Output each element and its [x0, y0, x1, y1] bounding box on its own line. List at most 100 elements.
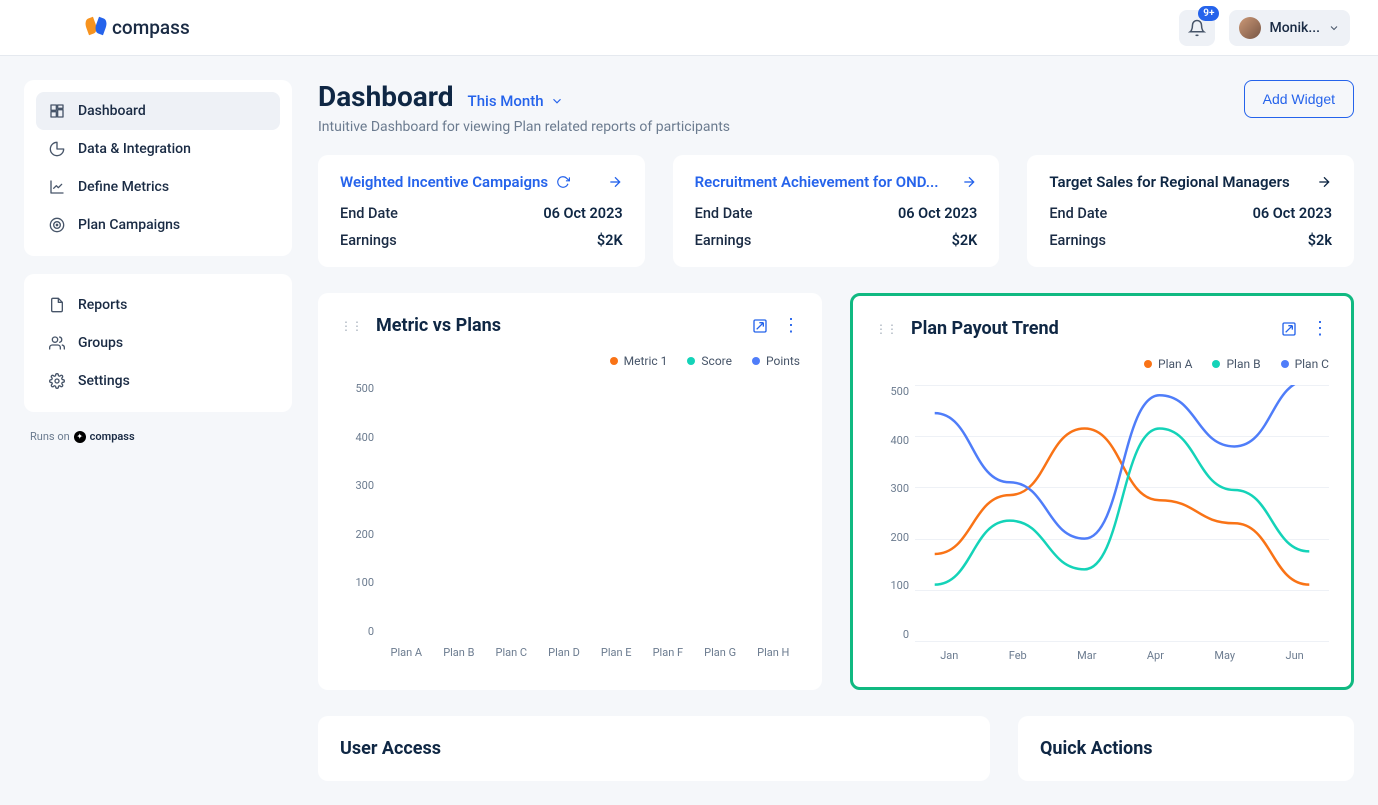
- reports-icon: [48, 296, 66, 314]
- brand-logo[interactable]: compass: [28, 16, 190, 39]
- notification-badge: 9+: [1198, 6, 1219, 21]
- data-icon: [48, 140, 66, 158]
- x-tick: Plan C: [496, 646, 528, 662]
- x-tick: Plan G: [704, 646, 736, 662]
- y-tick: 100: [355, 576, 374, 589]
- y-tick: 0: [368, 625, 374, 638]
- page-subtitle: Intuitive Dashboard for viewing Plan rel…: [318, 119, 730, 135]
- chart-metric-vs-plans: ⋮⋮ Metric vs Plans ⋮ Metric 1 Score Points…: [318, 293, 822, 690]
- arrow-right-icon[interactable]: [961, 174, 977, 190]
- x-tick: Jan: [940, 649, 958, 665]
- chart-legend: Plan A Plan B Plan C: [875, 357, 1329, 371]
- x-tick: Jun: [1286, 649, 1304, 665]
- stat-label: End Date: [340, 205, 398, 222]
- legend-item: Score: [687, 354, 732, 368]
- line-series: [935, 429, 1310, 585]
- stat-label: End Date: [1049, 205, 1107, 222]
- sidebar-item-dashboard[interactable]: Dashboard: [36, 92, 280, 130]
- sidebar-item-label: Plan Campaigns: [78, 217, 180, 233]
- stat-label: Earnings: [340, 232, 397, 249]
- legend-item: Plan A: [1144, 357, 1192, 371]
- stat-value: 06 Oct 2023: [898, 205, 977, 222]
- x-tick: Apr: [1147, 649, 1164, 665]
- sidebar-item-label: Settings: [78, 373, 130, 389]
- stat-value: 06 Oct 2023: [543, 205, 622, 222]
- sidebar-item-reports[interactable]: Reports: [36, 286, 280, 324]
- line-series: [935, 429, 1310, 585]
- more-menu-icon[interactable]: ⋮: [1311, 320, 1329, 338]
- legend-item: Points: [752, 354, 800, 368]
- legend-item: Plan B: [1212, 357, 1260, 371]
- quick-actions-card: Quick Actions: [1018, 716, 1354, 781]
- compass-icon: [86, 18, 106, 38]
- sidebar-item-label: Reports: [78, 297, 127, 313]
- chart-title: Metric vs Plans: [376, 315, 501, 336]
- refresh-icon: [556, 175, 570, 189]
- stat-title: Weighted Incentive Campaigns: [340, 173, 570, 191]
- page-title: Dashboard: [318, 80, 454, 113]
- stat-card[interactable]: Target Sales for Regional Managers End D…: [1027, 155, 1354, 267]
- stat-title: Target Sales for Regional Managers: [1049, 173, 1289, 191]
- y-tick: 300: [355, 479, 374, 492]
- x-tick: Plan D: [548, 646, 580, 662]
- metrics-icon: [48, 178, 66, 196]
- drag-handle-icon[interactable]: ⋮⋮: [875, 322, 897, 336]
- topbar: compass 9+ Monik...: [0, 0, 1378, 56]
- y-tick: 500: [355, 382, 374, 395]
- stat-value: 06 Oct 2023: [1253, 205, 1332, 222]
- x-tick: May: [1214, 649, 1235, 665]
- sidebar-item-data-integration[interactable]: Data & Integration: [36, 130, 280, 168]
- sidebar-item-plan-campaigns[interactable]: Plan Campaigns: [36, 206, 280, 244]
- sidebar-item-settings[interactable]: Settings: [36, 362, 280, 400]
- chevron-down-icon: [1328, 22, 1340, 34]
- brand-name: compass: [112, 16, 190, 39]
- period-selector[interactable]: This Month: [468, 92, 564, 110]
- nav-group-primary: Dashboard Data & Integration Define Metric…: [24, 80, 292, 256]
- footer-brand: Runs on ✦ compass: [24, 430, 292, 443]
- chart-legend: Metric 1 Score Points: [340, 354, 800, 368]
- avatar: [1239, 17, 1261, 39]
- y-tick: 100: [890, 579, 909, 592]
- arrow-right-icon[interactable]: [1316, 174, 1332, 190]
- stat-card[interactable]: Recruitment Achievement for OND... End D…: [673, 155, 1000, 267]
- stat-value: $2k: [1308, 232, 1332, 249]
- user-access-card: User Access: [318, 716, 990, 781]
- drag-handle-icon[interactable]: ⋮⋮: [340, 319, 362, 333]
- card-title: User Access: [340, 738, 441, 759]
- user-menu[interactable]: Monik...: [1229, 10, 1350, 46]
- y-tick: 200: [890, 531, 909, 544]
- chevron-down-icon: [550, 94, 564, 108]
- legend-item: Plan C: [1281, 357, 1329, 371]
- y-tick: 300: [890, 482, 909, 495]
- stat-title: Recruitment Achievement for OND...: [695, 173, 939, 191]
- x-tick: Mar: [1077, 649, 1096, 665]
- sidebar-item-define-metrics[interactable]: Define Metrics: [36, 168, 280, 206]
- sidebar-item-groups[interactable]: Groups: [36, 324, 280, 362]
- notifications-button[interactable]: 9+: [1179, 10, 1215, 46]
- x-tick: Plan B: [443, 646, 474, 662]
- arrow-right-icon[interactable]: [607, 174, 623, 190]
- stat-label: End Date: [695, 205, 753, 222]
- add-widget-button[interactable]: Add Widget: [1244, 80, 1354, 118]
- y-tick: 0: [903, 628, 909, 641]
- card-title: Quick Actions: [1040, 738, 1153, 759]
- sidebar-item-label: Data & Integration: [78, 141, 191, 157]
- stat-card[interactable]: Weighted Incentive Campaigns End Date 06 …: [318, 155, 645, 267]
- x-tick: Plan E: [601, 646, 632, 662]
- more-menu-icon[interactable]: ⋮: [782, 317, 800, 335]
- stat-cards-row: Weighted Incentive Campaigns End Date 06 …: [318, 155, 1354, 267]
- chart-plan-payout-trend: ⋮⋮ Plan Payout Trend ⋮ Plan APlan BPlan …: [850, 293, 1354, 690]
- chart-title: Plan Payout Trend: [911, 318, 1059, 339]
- expand-icon[interactable]: [752, 318, 768, 334]
- user-name: Monik...: [1269, 20, 1320, 36]
- groups-icon: [48, 334, 66, 352]
- legend-item: Metric 1: [610, 354, 668, 368]
- x-tick: Feb: [1009, 649, 1027, 665]
- stat-value: $2K: [952, 232, 978, 249]
- main-content: Dashboard This Month Intuitive Dashboard…: [318, 80, 1354, 781]
- sidebar-item-label: Groups: [78, 335, 123, 351]
- expand-icon[interactable]: [1281, 321, 1297, 337]
- stat-value: $2K: [597, 232, 623, 249]
- y-tick: 400: [355, 431, 374, 444]
- y-tick: 500: [890, 385, 909, 398]
